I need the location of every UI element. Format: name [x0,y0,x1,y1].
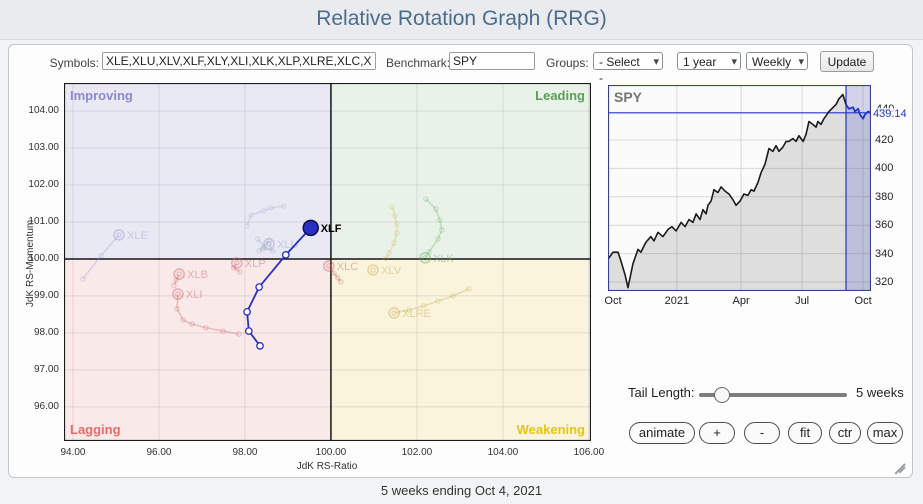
animate-button[interactable]: animate [629,422,695,444]
spy-x-tick-label: 2021 [661,295,693,307]
rrg-plot[interactable]: XLEXLUXLBXLIXLPXLCXLVXLREXLKXLFImproving… [64,83,591,441]
resize-grip-icon[interactable] [894,461,906,473]
svg-text:Improving: Improving [70,88,133,103]
tail-length-slider-knob[interactable] [714,387,730,403]
rrg-x-axis-title: JdK RS-Ratio [287,461,367,472]
main-panel: Symbols: Benchmark: Groups: - Select - ▾… [8,44,913,478]
max-button[interactable]: max [867,422,903,444]
zoom-out-button[interactable]: - [744,422,780,444]
period-select-value: 1 year [683,55,716,69]
chevron-down-icon: ▾ [798,54,804,70]
rrg-y-tick-label: 102.00 [19,179,59,190]
spy-y-tick-label: 340 [875,248,893,260]
spy-plot[interactable]: SPY [608,85,871,291]
spy-x-tick-label: Apr [725,295,757,307]
rrg-y-tick-label: 98.00 [19,327,59,338]
fit-button[interactable]: fit [788,422,822,444]
spy-y-tick-label: 380 [875,191,893,203]
rrg-y-tick-label: 104.00 [19,105,59,116]
rrg-y-tick-label: 96.00 [19,401,59,412]
spy-y-tick-label: 420 [875,134,893,146]
rrg-x-tick-label: 104.00 [481,447,525,458]
svg-text:Lagging: Lagging [70,422,121,437]
app-header: Relative Rotation Graph (RRG) [0,0,923,40]
symbols-label: Symbols: [37,55,99,71]
groups-select-value: - Select - [599,55,640,85]
spy-top-tick-label: 440 [876,103,894,115]
chevron-down-icon: ▾ [653,54,659,70]
tail-length-label: Tail Length: [628,385,695,400]
svg-text:XLP: XLP [245,258,266,270]
spy-x-tick-label: Oct [597,295,629,307]
frequency-select-value: Weekly [752,55,791,69]
groups-label: Groups: [546,55,589,71]
footer-caption: 5 weeks ending Oct 4, 2021 [0,483,923,498]
period-select[interactable]: 1 year ▾ [677,52,741,70]
symbols-input[interactable] [102,52,376,70]
rrg-y-tick-label: 97.00 [19,364,59,375]
page-title: Relative Rotation Graph (RRG) [0,7,923,31]
groups-select[interactable]: - Select - ▾ [593,52,663,70]
spy-last-price-label: 439.14 [873,108,907,120]
svg-text:XLF: XLF [321,223,342,235]
rrg-x-tick-label: 106.00 [567,447,611,458]
benchmark-label: Benchmark: [386,55,450,71]
benchmark-input[interactable] [449,52,535,70]
update-button[interactable]: Update [820,51,874,72]
svg-text:XLK: XLK [433,253,454,265]
ctr-button[interactable]: ctr [829,422,861,444]
tail-length-value: 5 weeks [856,385,904,400]
spy-y-tick-label: 320 [875,276,893,288]
svg-text:XLB: XLB [187,269,208,281]
svg-text:Weakening: Weakening [517,422,585,437]
chevron-down-icon: ▾ [731,54,737,70]
svg-text:XLI: XLI [186,289,203,301]
rrg-x-tick-label: 94.00 [51,447,95,458]
svg-text:XLE: XLE [127,230,148,242]
svg-text:XLRE: XLRE [402,308,431,320]
rrg-x-tick-label: 102.00 [395,447,439,458]
spy-y-tick-label: 360 [875,219,893,231]
svg-text:XLV: XLV [381,265,402,277]
spy-x-tick-label: Jul [786,295,818,307]
svg-text:SPY: SPY [614,89,643,105]
rrg-x-tick-label: 98.00 [223,447,267,458]
spy-x-tick-label: Oct [847,295,879,307]
rrg-x-tick-label: 96.00 [137,447,181,458]
svg-text:Leading: Leading [535,88,585,103]
svg-text:XLC: XLC [337,261,358,273]
spy-y-tick-label: 400 [875,162,893,174]
rrg-x-tick-label: 100.00 [309,447,353,458]
frequency-select[interactable]: Weekly ▾ [746,52,808,70]
rrg-y-axis-title: JdK RS-Momentum [25,220,36,307]
zoom-in-button[interactable]: + [699,422,735,444]
rrg-y-tick-label: 103.00 [19,142,59,153]
